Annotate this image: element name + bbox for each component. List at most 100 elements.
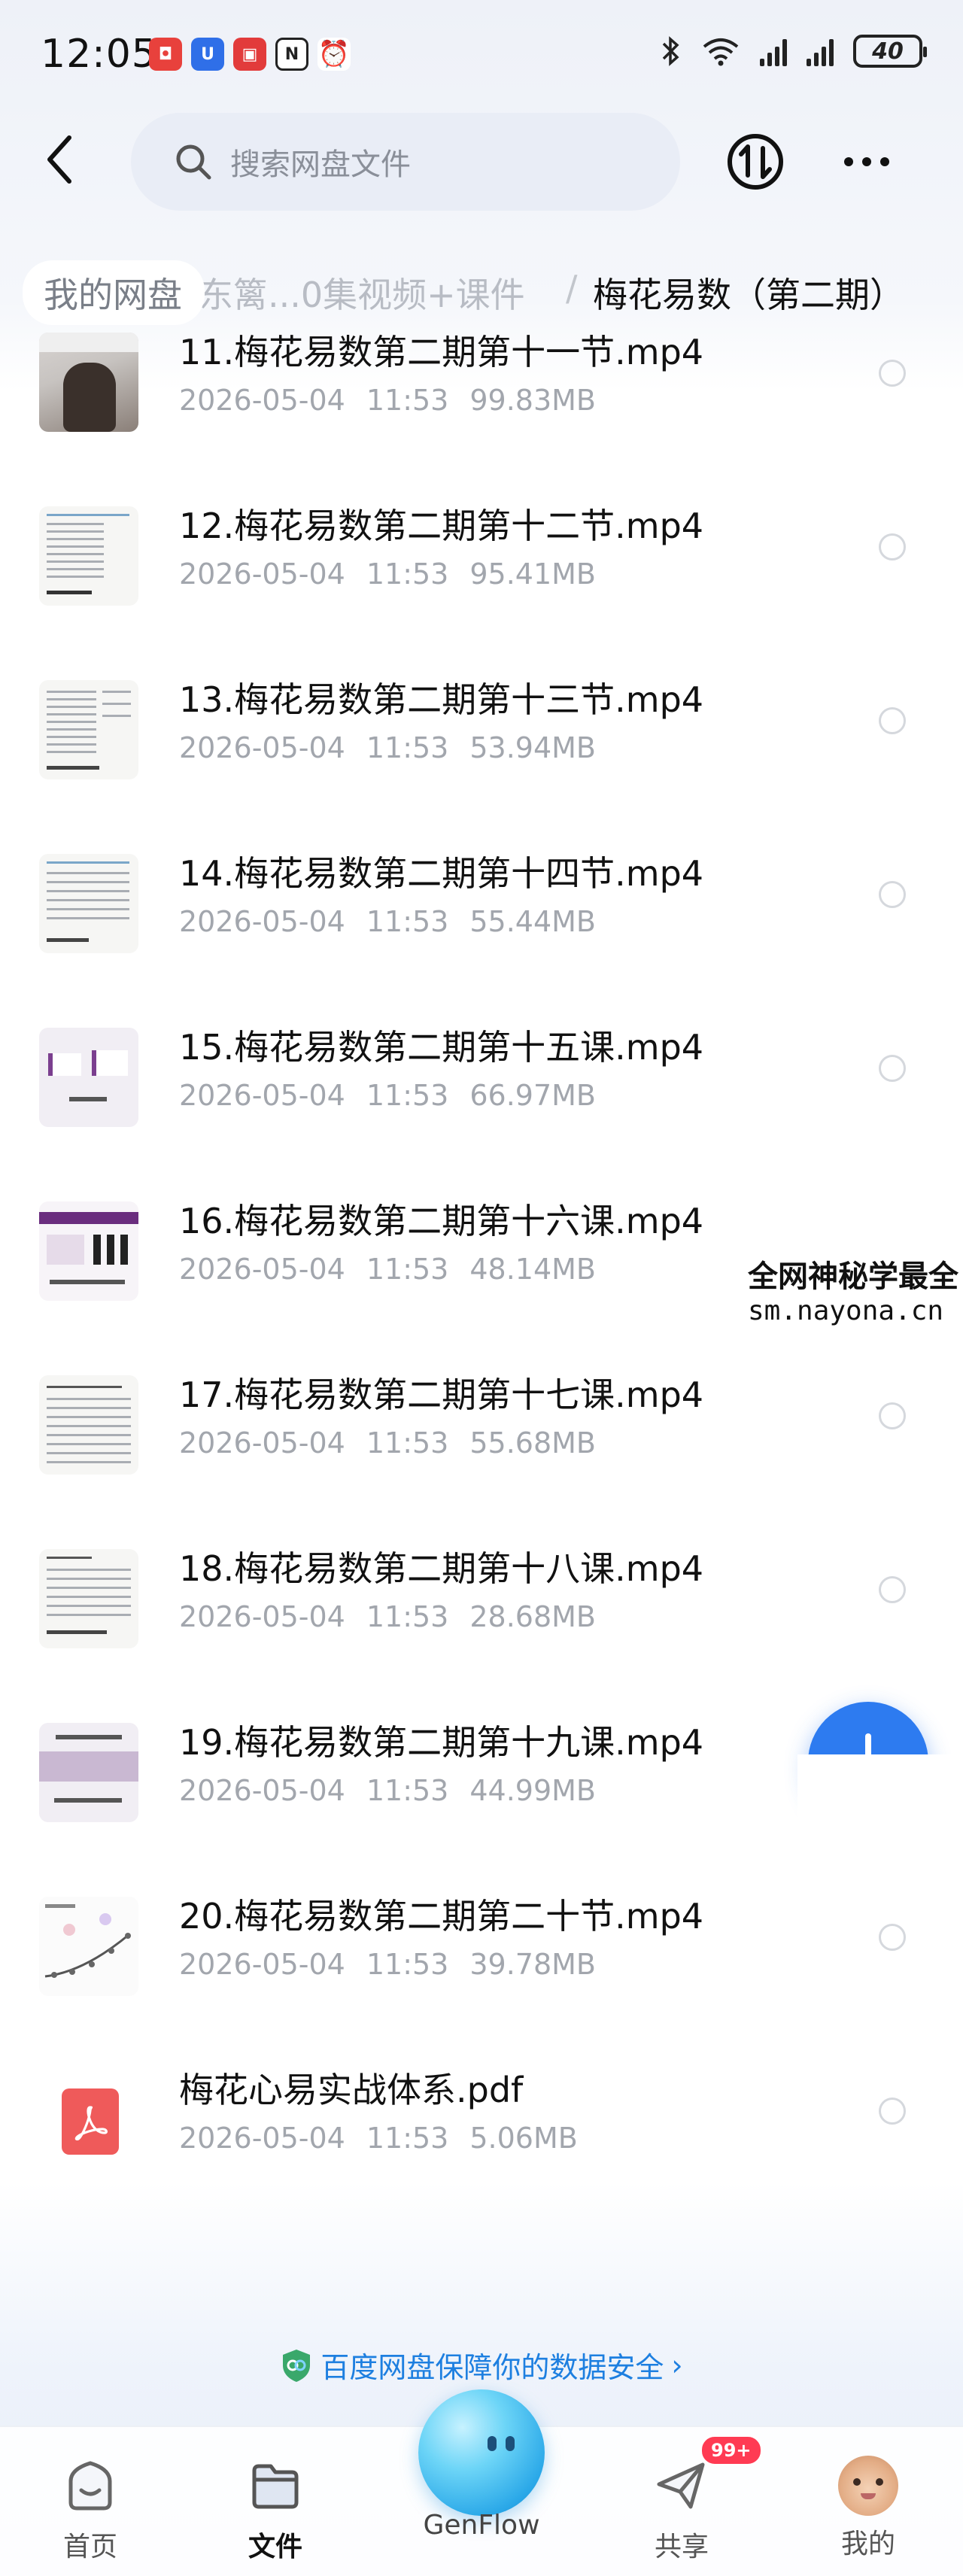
- nav-home[interactable]: 首页: [23, 2456, 158, 2564]
- file-time: 11:53: [366, 2122, 449, 2155]
- genflow-eye-left: [488, 2436, 497, 2451]
- status-notification-icons: ◘ U ▣ N ⏰: [149, 38, 351, 71]
- file-size: 95.41MB: [469, 557, 597, 591]
- file-size: 53.94MB: [469, 731, 597, 764]
- video-thumbnail: [39, 1028, 138, 1127]
- shield-icon: [283, 2349, 311, 2382]
- file-meta: 2026-05-04 11:53 55.44MB: [179, 905, 596, 938]
- file-size: 55.44MB: [469, 905, 597, 938]
- file-name: 20.梅花易数第二期第二十节.mp4: [179, 1896, 704, 1937]
- nav-mine[interactable]: 我的: [800, 2456, 936, 2561]
- file-time: 11:53: [366, 1948, 449, 1981]
- file-date: 2026-05-04: [179, 731, 345, 764]
- file-name: 16.梅花易数第二期第十六课.mp4: [179, 1201, 704, 1241]
- nav-share[interactable]: 共享: [614, 2456, 749, 2564]
- file-time: 11:53: [366, 1079, 449, 1112]
- file-size: 48.14MB: [469, 1253, 597, 1286]
- file-row[interactable]: 梅花心易实战体系.pdf 2026-05-04 11:53 5.06MB: [0, 2040, 963, 2214]
- file-date: 2026-05-04: [179, 384, 345, 417]
- select-checkbox[interactable]: [879, 1402, 906, 1429]
- safety-banner[interactable]: 百度网盘保障你的数据安全 ›: [0, 2344, 963, 2386]
- select-checkbox[interactable]: [879, 2098, 906, 2125]
- search-placeholder: 搜索网盘文件: [230, 147, 411, 182]
- file-time: 11:53: [366, 1774, 449, 1807]
- fab-overlap-mask: [797, 1754, 963, 1860]
- file-time: 11:53: [366, 1426, 449, 1460]
- video-thumbnail: [39, 506, 138, 606]
- file-name: 12.梅花易数第二期第十二节.mp4: [179, 506, 704, 546]
- video-thumbnail: [39, 1375, 138, 1475]
- file-name: 13.梅花易数第二期第十三节.mp4: [179, 679, 704, 720]
- nfc-icon: N: [275, 38, 308, 71]
- select-checkbox[interactable]: [879, 1924, 906, 1951]
- file-row[interactable]: 14.梅花易数第二期第十四节.mp4 2026-05-04 11:53 55.44M…: [0, 824, 963, 998]
- file-meta: 2026-05-04 11:53 55.68MB: [179, 1426, 596, 1460]
- file-date: 2026-05-04: [179, 1253, 345, 1286]
- more-options-button[interactable]: [837, 143, 897, 181]
- file-time: 11:53: [366, 905, 449, 938]
- file-name: 19.梅花易数第二期第十九课.mp4: [179, 1722, 704, 1763]
- select-checkbox[interactable]: [879, 1576, 906, 1603]
- file-meta: 2026-05-04 11:53 28.68MB: [179, 1600, 596, 1633]
- file-date: 2026-05-04: [179, 905, 345, 938]
- file-size: 28.68MB: [469, 1600, 597, 1633]
- file-size: 44.99MB: [469, 1774, 597, 1807]
- file-row[interactable]: 18.梅花易数第二期第十八课.mp4 2026-05-04 11:53 28.68M…: [0, 1519, 963, 1693]
- file-row[interactable]: 15.梅花易数第二期第十五课.mp4 2026-05-04 11:53 66.97M…: [0, 998, 963, 1171]
- file-row[interactable]: 11.梅花易数第二期第十一节.mp4 2026-05-04 11:53 99.83M…: [0, 302, 963, 476]
- file-size: 55.68MB: [469, 1426, 597, 1460]
- file-size: 39.78MB: [469, 1948, 597, 1981]
- select-checkbox[interactable]: [879, 707, 906, 734]
- select-checkbox[interactable]: [879, 1055, 906, 1082]
- file-row[interactable]: 12.梅花易数第二期第十二节.mp4 2026-05-04 11:53 95.41M…: [0, 476, 963, 650]
- folder-icon: [252, 2464, 299, 2509]
- file-date: 2026-05-04: [179, 1426, 345, 1460]
- file-meta: 2026-05-04 11:53 66.97MB: [179, 1079, 596, 1112]
- file-date: 2026-05-04: [179, 1774, 345, 1807]
- search-input[interactable]: 搜索网盘文件: [131, 113, 680, 211]
- signal-icon-2: [807, 36, 834, 66]
- file-meta: 2026-05-04 11:53 5.06MB: [179, 2122, 578, 2155]
- video-thumbnail: [39, 1549, 138, 1648]
- genflow-button[interactable]: [418, 2389, 545, 2516]
- share-notification-badge: 99+: [700, 2435, 763, 2466]
- chevron-left-icon: [47, 135, 71, 184]
- genflow-eye-right: [506, 2436, 515, 2451]
- status-time: 12:05: [41, 32, 157, 77]
- video-thumbnail: [39, 1201, 138, 1301]
- video-thumbnail: [39, 1723, 138, 1822]
- file-time: 11:53: [366, 1600, 449, 1633]
- file-name: 18.梅花易数第二期第十八课.mp4: [179, 1548, 704, 1589]
- file-row[interactable]: 13.梅花易数第二期第十三节.mp4 2026-05-04 11:53 53.94M…: [0, 650, 963, 824]
- file-name: 11.梅花易数第二期第十一节.mp4: [179, 332, 704, 372]
- video-thumbnail: [39, 1897, 138, 1996]
- status-bar: 12:05 ◘ U ▣ N ⏰ 40: [0, 0, 963, 113]
- file-name: 14.梅花易数第二期第十四节.mp4: [179, 853, 704, 894]
- select-checkbox[interactable]: [879, 533, 906, 560]
- file-row[interactable]: 20.梅花易数第二期第二十节.mp4 2026-05-04 11:53 39.78M…: [0, 1867, 963, 2040]
- paper-plane-icon: [657, 2462, 705, 2509]
- safety-text: 百度网盘保障你的数据安全: [320, 2351, 664, 2384]
- video-thumbnail: [39, 333, 138, 432]
- transfer-list-button[interactable]: [725, 132, 785, 192]
- nav-files[interactable]: 文件: [208, 2456, 343, 2564]
- wifi-icon: [703, 38, 739, 66]
- select-checkbox[interactable]: [879, 360, 906, 387]
- chevron-right-icon: ›: [671, 2348, 683, 2382]
- nav-home-label: 首页: [62, 2532, 117, 2562]
- back-button[interactable]: [36, 129, 81, 190]
- acrobat-icon: [74, 2106, 108, 2140]
- avatar: [838, 2456, 898, 2516]
- file-meta: 2026-05-04 11:53 44.99MB: [179, 1774, 596, 1807]
- battery-level: 40: [872, 38, 904, 65]
- file-row[interactable]: 17.梅花易数第二期第十七课.mp4 2026-05-04 11:53 55.68M…: [0, 1345, 963, 1519]
- file-size: 66.97MB: [469, 1079, 597, 1112]
- signal-icon-1: [760, 36, 787, 66]
- select-checkbox[interactable]: [879, 881, 906, 908]
- file-date: 2026-05-04: [179, 557, 345, 591]
- shopping-app-icon: ◘: [149, 38, 182, 71]
- file-name: 17.梅花易数第二期第十七课.mp4: [179, 1375, 704, 1415]
- file-meta: 2026-05-04 11:53 99.83MB: [179, 384, 596, 417]
- video-thumbnail: [39, 680, 138, 779]
- status-right-icons: 40: [661, 35, 927, 68]
